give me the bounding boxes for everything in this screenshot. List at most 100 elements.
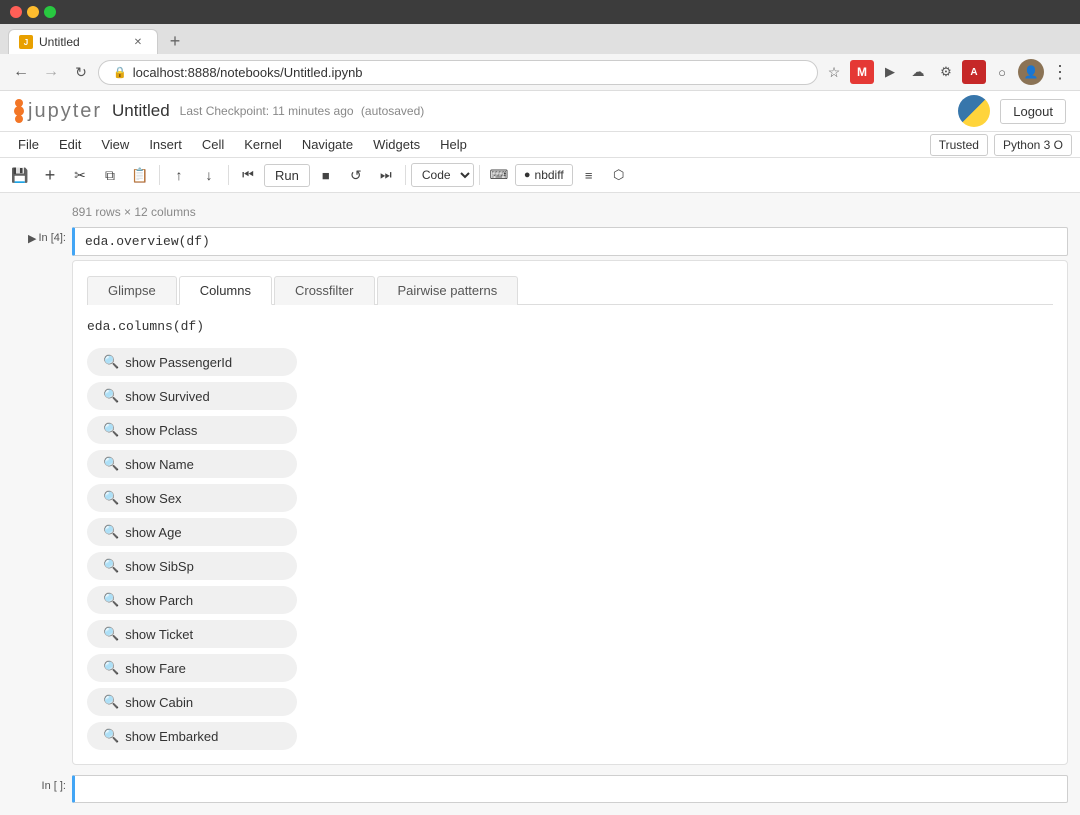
checkpoint-text: Last Checkpoint: 11 minutes ago (autosav… <box>180 104 425 118</box>
jupyter-header: jupyter Untitled Last Checkpoint: 11 min… <box>0 91 1080 132</box>
tab-columns[interactable]: Columns <box>179 276 272 305</box>
search-icon-2: 🔍 <box>103 422 119 438</box>
column-label-5: show Age <box>125 525 181 540</box>
column-btn-sibsp[interactable]: 🔍 show SibSp <box>87 552 297 580</box>
menu-item-file[interactable]: File <box>8 132 49 157</box>
user-avatar[interactable]: 👤 <box>1018 59 1044 85</box>
menu-item-cell[interactable]: Cell <box>192 132 234 157</box>
trusted-badge: Trusted <box>930 134 988 156</box>
more-options-icon[interactable]: ⋮ <box>1048 60 1072 84</box>
cut-button[interactable]: ✂ <box>66 161 94 189</box>
refresh-button[interactable]: ↻ <box>68 59 94 85</box>
cell-empty: In [ ]: <box>12 775 1068 803</box>
traffic-lights <box>10 6 56 18</box>
logout-button[interactable]: Logout <box>1000 99 1066 124</box>
cell-4-body: eda.overview(df) Glimpse Columns Crossfi… <box>72 227 1068 765</box>
fast-forward-button[interactable]: ⏮ <box>234 161 262 189</box>
run-button[interactable]: Run <box>264 164 310 187</box>
search-icon-1: 🔍 <box>103 388 119 404</box>
tab-pairwise[interactable]: Pairwise patterns <box>377 276 519 305</box>
column-label-0: show PassengerId <box>125 355 232 370</box>
next-button[interactable]: ⏭ <box>372 161 400 189</box>
cell-empty-prompt: In [ ]: <box>42 780 66 792</box>
tab-close-icon[interactable]: ✕ <box>131 35 145 49</box>
toolbar-icon-5[interactable]: ○ <box>990 60 1014 84</box>
restart-button[interactable]: ↺ <box>342 161 370 189</box>
tab-title: Untitled <box>39 35 80 49</box>
column-label-9: show Fare <box>125 661 186 676</box>
tab-crossfilter[interactable]: Crossfilter <box>274 276 375 305</box>
paste-button[interactable]: 📋 <box>126 161 154 189</box>
save-button[interactable]: 💾 <box>6 161 34 189</box>
share-button[interactable]: ⬡ <box>605 161 633 189</box>
add-cell-button[interactable]: + <box>36 161 64 189</box>
jupyter-logo-circles <box>14 99 24 123</box>
traffic-light-red[interactable] <box>10 6 22 18</box>
python-logo <box>958 95 990 127</box>
traffic-light-green[interactable] <box>44 6 56 18</box>
browser-chrome <box>0 0 1080 24</box>
column-btn-sex[interactable]: 🔍 show Sex <box>87 484 297 512</box>
back-button[interactable]: ← <box>8 59 34 85</box>
rows-info: 891 rows × 12 columns <box>12 205 1068 219</box>
menu-item-kernel[interactable]: Kernel <box>234 132 292 157</box>
column-btn-fare[interactable]: 🔍 show Fare <box>87 654 297 682</box>
keyboard-shortcuts-button[interactable]: ⌨ <box>485 161 513 189</box>
move-up-button[interactable]: ↑ <box>165 161 193 189</box>
toolbar-icon-2[interactable]: ☁ <box>906 60 930 84</box>
toolbar-icon-1[interactable]: ▶ <box>878 60 902 84</box>
address-bar[interactable]: 🔒 localhost:8888/notebooks/Untitled.ipyn… <box>98 60 818 85</box>
forward-button[interactable]: → <box>38 59 64 85</box>
new-tab-button[interactable]: + <box>162 28 188 54</box>
search-icon-7: 🔍 <box>103 592 119 608</box>
star-icon[interactable]: ☆ <box>822 60 846 84</box>
move-down-button[interactable]: ↓ <box>195 161 223 189</box>
separator-1 <box>159 165 160 185</box>
menu-item-help[interactable]: Help <box>430 132 477 157</box>
cell-type-select[interactable]: Code <box>411 163 474 187</box>
traffic-light-yellow[interactable] <box>27 6 39 18</box>
menu-item-edit[interactable]: Edit <box>49 132 91 157</box>
search-icon-8: 🔍 <box>103 626 119 642</box>
search-icon-9: 🔍 <box>103 660 119 676</box>
stop-button[interactable]: ■ <box>312 161 340 189</box>
copy-button[interactable]: ⧉ <box>96 161 124 189</box>
toolbar-icon-4[interactable]: A <box>962 60 986 84</box>
tab-favicon: J <box>19 35 33 49</box>
column-label-7: show Parch <box>125 593 193 608</box>
cell-empty-body[interactable] <box>72 775 1068 803</box>
browser-tab-active[interactable]: J Untitled ✕ <box>8 29 158 54</box>
column-btn-parch[interactable]: 🔍 show Parch <box>87 586 297 614</box>
column-label-4: show Sex <box>125 491 181 506</box>
notebook-title[interactable]: Untitled <box>112 101 170 121</box>
column-btn-pclass[interactable]: 🔍 show Pclass <box>87 416 297 444</box>
extensions-icon[interactable]: M <box>850 60 874 84</box>
cell-4-code: eda.overview(df) <box>85 234 210 249</box>
menu-item-insert[interactable]: Insert <box>139 132 192 157</box>
cell-4-sidebar: ▶ In [4]: <box>12 227 72 765</box>
cell-4-input[interactable]: eda.overview(df) <box>72 227 1068 256</box>
column-btn-cabin[interactable]: 🔍 show Cabin <box>87 688 297 716</box>
nbdiff-icon: ● <box>524 169 531 181</box>
column-label-3: show Name <box>125 457 194 472</box>
notebook-content: 891 rows × 12 columns ▶ In [4]: eda.over… <box>0 193 1080 815</box>
column-btn-passengerid[interactable]: 🔍 show PassengerId <box>87 348 297 376</box>
cell-toolbar-button[interactable]: ≡ <box>575 161 603 189</box>
column-btn-embarked[interactable]: 🔍 show Embarked <box>87 722 297 750</box>
column-btn-age[interactable]: 🔍 show Age <box>87 518 297 546</box>
column-label-8: show Ticket <box>125 627 193 642</box>
tab-glimpse[interactable]: Glimpse <box>87 276 177 305</box>
column-label-2: show Pclass <box>125 423 197 438</box>
menu-item-navigate[interactable]: Navigate <box>292 132 363 157</box>
column-btn-survived[interactable]: 🔍 show Survived <box>87 382 297 410</box>
nbdiff-button[interactable]: ● nbdiff <box>515 164 573 186</box>
toolbar-icon-3[interactable]: ⚙ <box>934 60 958 84</box>
lock-icon: 🔒 <box>113 66 127 79</box>
jupyter-logo: jupyter <box>14 99 102 123</box>
column-btn-ticket[interactable]: 🔍 show Ticket <box>87 620 297 648</box>
column-btn-name[interactable]: 🔍 show Name <box>87 450 297 478</box>
cell-4-output: Glimpse Columns Crossfilter Pairwise pat… <box>72 260 1068 765</box>
menu-item-widgets[interactable]: Widgets <box>363 132 430 157</box>
menu-item-view[interactable]: View <box>91 132 139 157</box>
jupyter-logo-text: jupyter <box>28 100 102 123</box>
